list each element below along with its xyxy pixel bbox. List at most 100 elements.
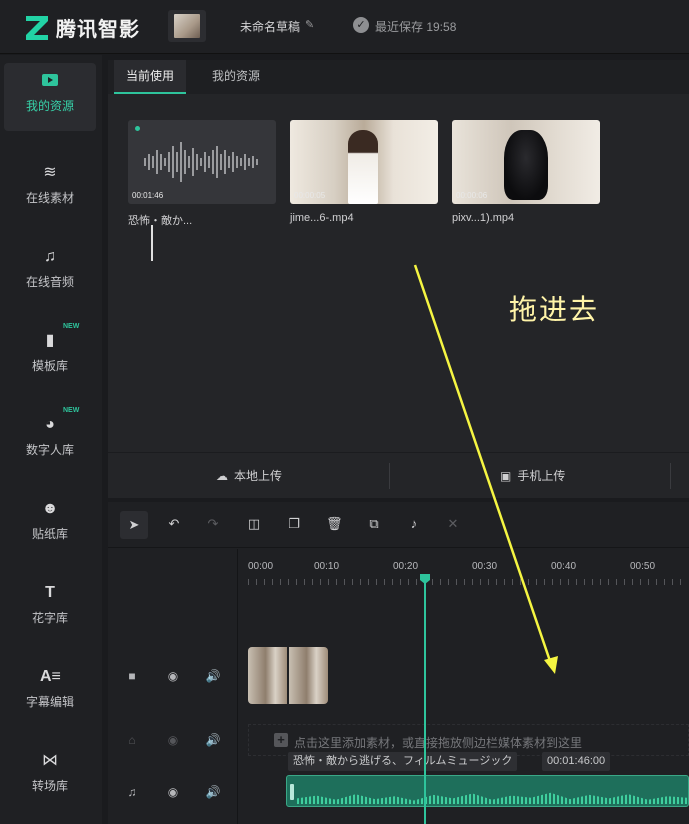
app-name: 腾讯智影 — [56, 19, 140, 41]
timeline-toolbar: ➤ ↶ ↷ ◫ ❐ 🗑 ⧉ ♪ ✕ — [108, 502, 689, 548]
time-ruler[interactable]: 00:00 00:10 00:20 00:30 00:40 00:50 — [239, 549, 689, 589]
ruler-tick-label: 00:00 — [248, 561, 274, 572]
audio-track-duration: 00:01:46:00 — [542, 752, 611, 771]
draft-name[interactable]: 未命名草稿 — [240, 18, 300, 35]
eye-icon[interactable]: ◉ — [165, 784, 181, 800]
sidebar-item-my-resources[interactable]: 我的资源 — [4, 63, 96, 131]
pencil-icon[interactable]: ✎ — [305, 18, 314, 31]
track-headers: ■ ◉ 🔊 ⌂ ◉ 🔊 ♫ ◉ 🔊 — [108, 549, 238, 824]
plus-icon[interactable]: + — [274, 733, 288, 747]
crop-icon[interactable]: ⧉ — [366, 516, 382, 532]
resource-card-video[interactable]: 00:00:05 — [290, 120, 438, 204]
music-note-icon: ♫ — [127, 785, 137, 799]
sidebar-item-label: 字幕编辑 — [25, 695, 74, 709]
sidebar-item-transitions[interactable]: ⋈ 转场库 — [4, 743, 96, 803]
waveform-icon — [144, 142, 258, 182]
freeze-icon[interactable]: ✕ — [445, 516, 461, 532]
audio-waveform — [297, 792, 687, 804]
delete-icon[interactable]: 🗑 — [326, 516, 343, 532]
phone-upload-icon: ▣ — [500, 469, 512, 483]
template-icon: ▮ — [45, 332, 55, 349]
resource-card-video[interactable]: 00:00:06 — [452, 120, 600, 204]
text-t-icon: T — [45, 584, 55, 601]
new-badge: NEW — [63, 407, 80, 414]
sidebar-item-label: 在线素材 — [25, 191, 74, 205]
volume-icon[interactable]: 🔊 — [205, 668, 221, 684]
tab-my-resources[interactable]: 我的资源 — [200, 60, 272, 94]
resource-panel: 当前使用 我的资源 00:01:46 恐怖・敵か... 00:00:05 jim… — [108, 60, 689, 498]
card-label: 恐怖・敵か... — [128, 215, 193, 227]
sidebar-item-templates[interactable]: NEW ▮ 模板库 — [4, 323, 96, 383]
card-duration: 00:01:46 — [132, 191, 164, 200]
app-logo: 腾讯智影 — [26, 13, 140, 42]
sidebar-item-label: 花字库 — [31, 611, 68, 625]
sidebar-item-label: 我的资源 — [25, 99, 74, 113]
timeline: ➤ ↶ ↷ ◫ ❐ 🗑 ⧉ ♪ ✕ ■ ◉ 🔊 ⌂ ◉ 🔊 ♫ ◉ 🔊 00:0… — [108, 502, 689, 824]
sidebar-item-label: 在线音频 — [25, 275, 74, 289]
card-label: pixv...1).mp4 — [452, 212, 515, 224]
project-thumbnail[interactable] — [168, 10, 206, 42]
local-upload-button[interactable]: ☁ 本地上传 — [216, 467, 282, 484]
sidebar-item-fancy-text[interactable]: T 花字库 — [4, 575, 96, 635]
check-circle-icon: ✓ — [353, 17, 369, 33]
sidebar-item-online-audio[interactable]: ♫ 在线音频 — [4, 239, 96, 299]
upload-bar: ☁ 本地上传 ▣ 手机上传 — [108, 452, 689, 498]
sidebar-item-label: 数字人库 — [25, 443, 74, 457]
audio-track-name: 恐怖・敵から逃げる、フィルムミュージック — [288, 752, 518, 771]
split-icon[interactable]: ◫ — [246, 516, 262, 532]
layers-icon: ≋ — [43, 164, 57, 181]
cloud-upload-icon: ☁ — [216, 469, 228, 483]
drop-hint: 点击这里添加素材，或直接拖放侧边栏媒体素材到这里 — [294, 736, 583, 750]
audio-separate-icon[interactable]: ♪ — [406, 516, 422, 532]
divider — [670, 463, 671, 489]
video-clip[interactable] — [248, 647, 328, 704]
ruler-ticks — [248, 579, 688, 585]
digital-human-icon: ◕ — [45, 416, 55, 433]
transition-icon: ⋈ — [42, 752, 58, 769]
resource-card-audio[interactable]: 00:01:46 — [128, 120, 276, 204]
sidebar-item-subtitle-edit[interactable]: A≡ 字幕编辑 — [4, 659, 96, 719]
volume-icon[interactable]: 🔊 — [205, 784, 221, 800]
in-use-dot — [135, 126, 140, 131]
play-square-icon — [40, 71, 60, 91]
playhead[interactable] — [424, 578, 426, 824]
logo-icon — [26, 15, 48, 40]
card-duration: 00:00:05 — [294, 191, 326, 200]
ruler-tick-label: 00:20 — [393, 561, 419, 572]
annotation-text: 拖进去 — [509, 293, 600, 326]
home-icon: ⌂ — [128, 733, 136, 747]
ruler-tick-label: 00:30 — [472, 561, 498, 572]
text-cursor — [151, 225, 153, 261]
sidebar-item-label: 贴纸库 — [31, 527, 68, 541]
sidebar-item-label: 模板库 — [31, 359, 68, 373]
divider — [389, 463, 390, 489]
ruler-tick-label: 00:10 — [314, 561, 340, 572]
phone-upload-button[interactable]: ▣ 手机上传 — [500, 467, 565, 484]
sidebar-item-stickers[interactable]: ☻ 贴纸库 — [4, 491, 96, 551]
eye-icon[interactable]: ◉ — [165, 668, 181, 684]
subtitle-icon: A≡ — [40, 668, 61, 685]
select-pointer-icon[interactable]: ➤ — [120, 511, 148, 539]
smiley-icon: ☻ — [41, 500, 59, 517]
top-bar: 腾讯智影 未命名草稿 ✎ ✓ 最近保存 19:58 — [0, 0, 689, 54]
sidebar-item-digital-human[interactable]: NEW ◕ 数字人库 — [4, 407, 96, 467]
clip-handle[interactable] — [290, 784, 294, 800]
resource-tabs: 当前使用 我的资源 — [108, 60, 689, 94]
new-badge: NEW — [63, 323, 80, 330]
video-camera-icon: ■ — [128, 669, 136, 683]
volume-icon[interactable]: 🔊 — [205, 732, 221, 748]
duplicate-icon[interactable]: ❐ — [286, 516, 302, 532]
card-label: jime...6-.mp4 — [290, 212, 354, 224]
sidebar: 我的资源 ≋ 在线素材 ♫ 在线音频 NEW ▮ 模板库 NEW ◕ 数字人库 … — [0, 55, 102, 824]
sidebar-item-online-materials[interactable]: ≋ 在线素材 — [4, 155, 96, 215]
tab-current-use[interactable]: 当前使用 — [114, 60, 187, 94]
ruler-tick-label: 00:50 — [630, 561, 656, 572]
undo-icon[interactable]: ↶ — [166, 516, 182, 532]
clip-frame — [289, 647, 328, 704]
audio-clip[interactable] — [286, 775, 689, 807]
redo-icon[interactable]: ↷ — [205, 516, 221, 532]
save-status: 最近保存 19:58 — [375, 20, 457, 34]
music-note-icon: ♫ — [44, 248, 56, 265]
ruler-tick-label: 00:40 — [551, 561, 577, 572]
eye-icon[interactable]: ◉ — [165, 732, 181, 748]
